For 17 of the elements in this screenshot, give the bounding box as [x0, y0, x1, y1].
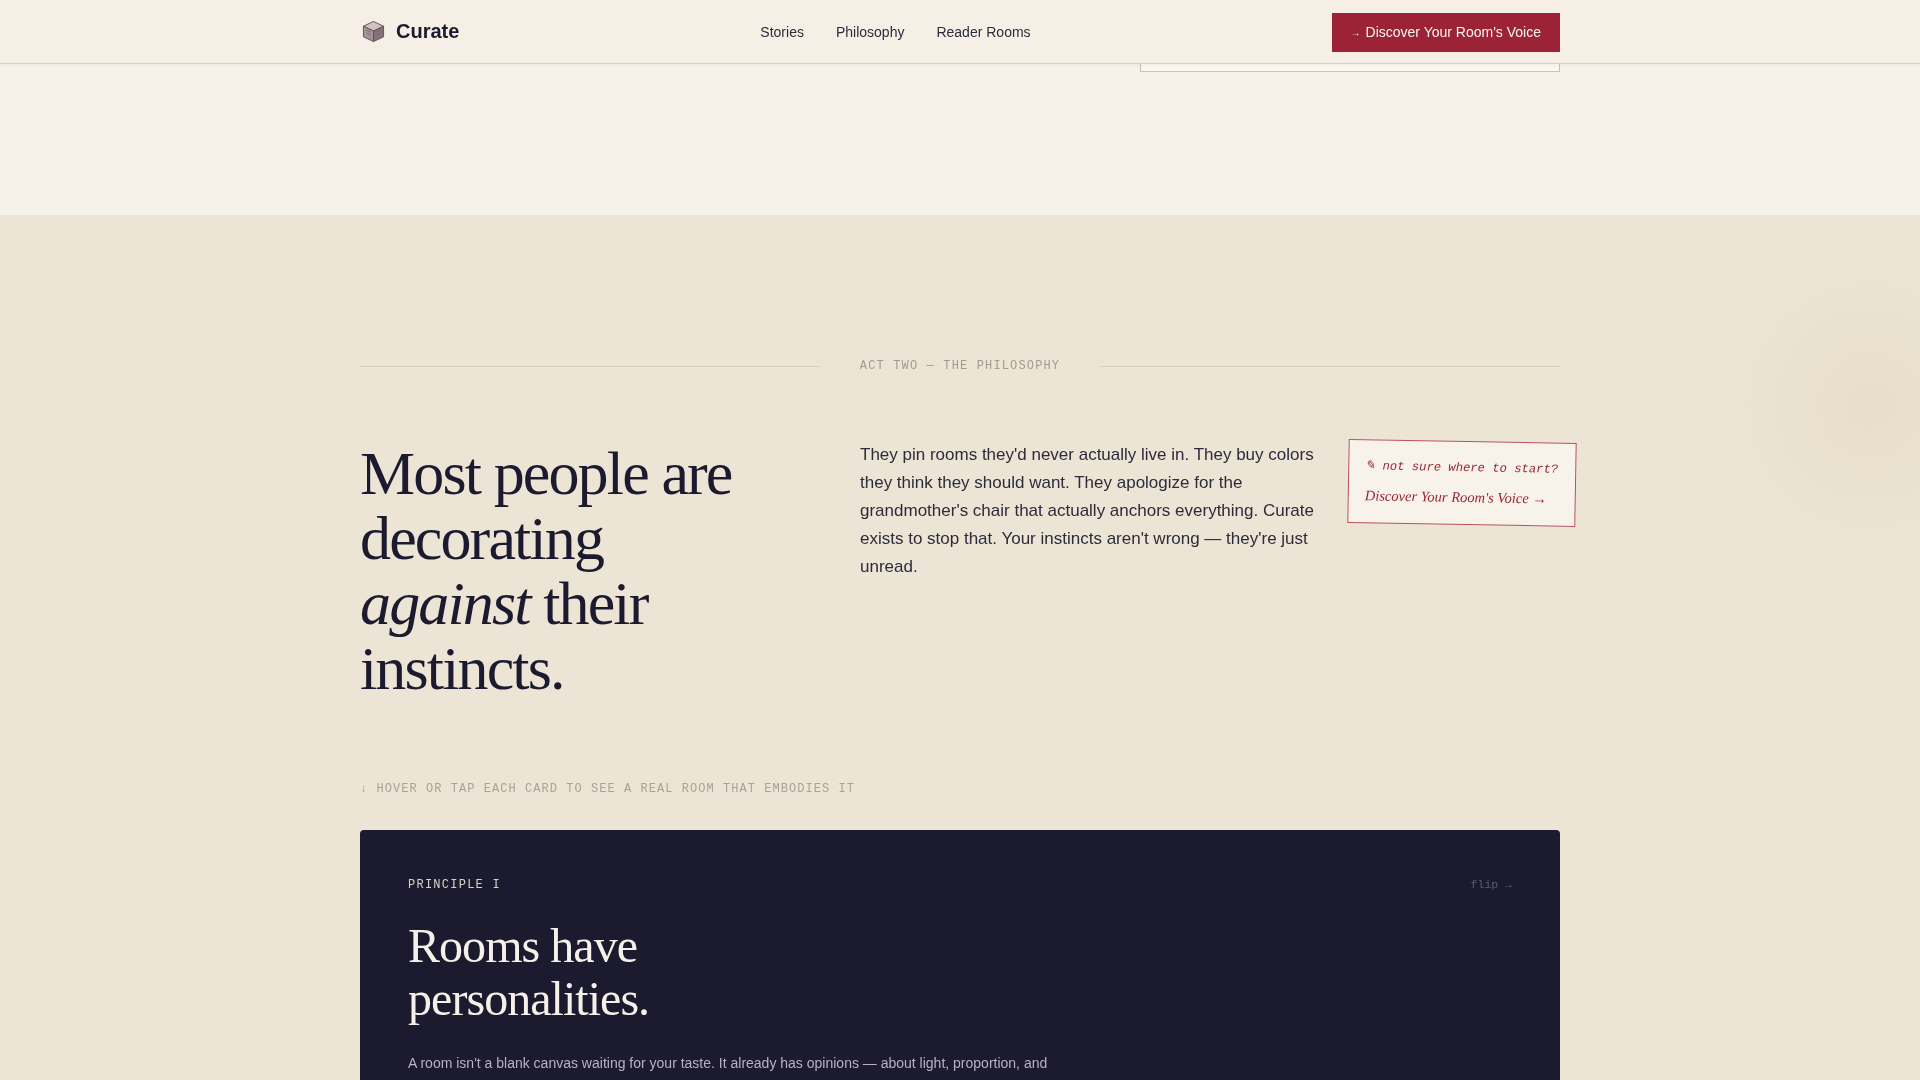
nav-link[interactable]: Stories	[760, 23, 804, 40]
note-hint: ✎ not sure where to start?	[1365, 458, 1560, 478]
section-eyebrow: ACT TWO — THE PHILOSOPHY	[859, 358, 1061, 374]
principle-card[interactable]: PRINCIPLE I flip → Rooms have personalities. A room isn't a blank canvas waiting for your taste. It already has opinions — about light, proportion, and	[360, 830, 1560, 1080]
note-link[interactable]: Discover Your Room's Voice →	[1364, 486, 1561, 508]
cube-icon[interactable]	[362, 20, 385, 43]
nav-link[interactable]: Reader Rooms	[936, 23, 1031, 40]
hover-hint: ↓ HOVER OR TAP EACH CARD TO SEE A REAL ROOM THAT EMBODIES IT	[360, 781, 856, 797]
brand-name[interactable]: Curate	[396, 20, 460, 43]
cta-button[interactable]: → Discover Your Room's Voice	[1331, 12, 1560, 52]
section-heading: Most people are decorating against their instincts.	[360, 441, 733, 701]
nav-link[interactable]: Philosophy	[835, 23, 905, 40]
principle-title: Rooms have personalities.	[408, 920, 651, 1026]
intro-paragraph: They pin rooms they'd never actually live in. They buy colors they think they should want. They apologize for the grandmother's chair that actually anchors everything. Curate exists to stop that. Your instincts aren't wrong — they're just unread.	[860, 444, 1315, 578]
principle-text: A room isn't a blank canvas waiting for your taste. It already has opinions — about light, proportion, and	[408, 1053, 1049, 1073]
principle-label: PRINCIPLE I	[408, 877, 501, 893]
flip-hint: flip →	[1470, 877, 1512, 893]
